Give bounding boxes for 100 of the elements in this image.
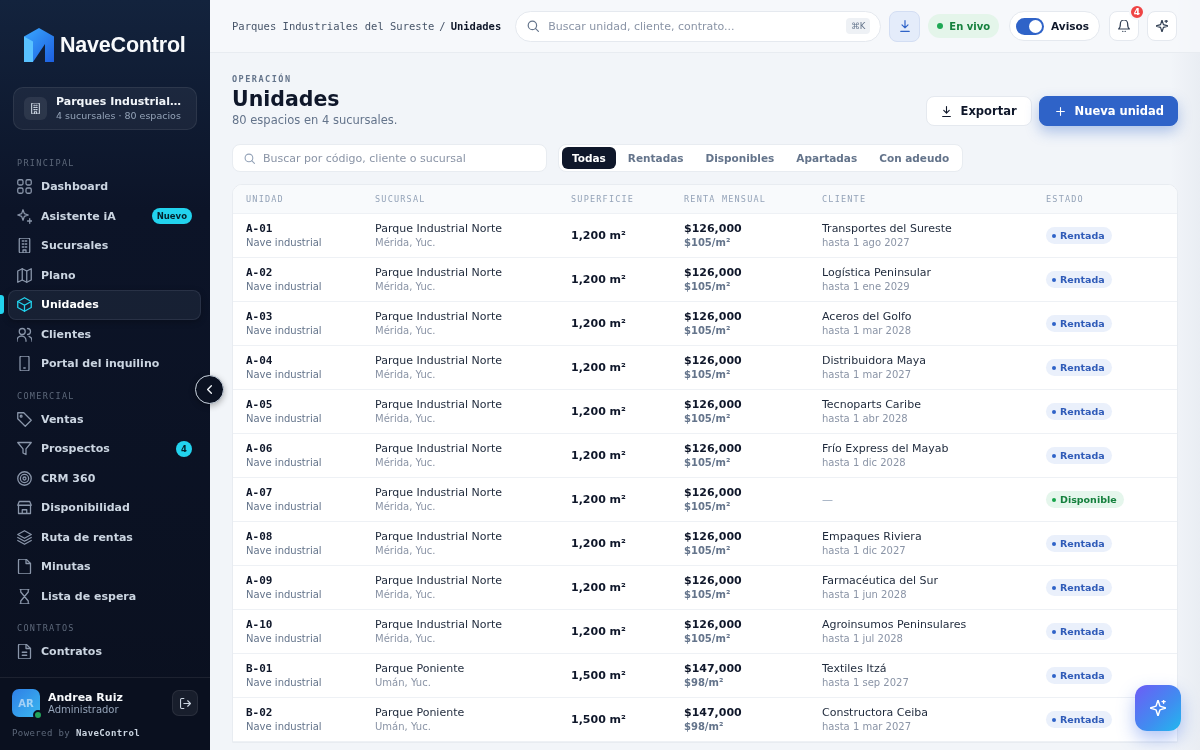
branch-location: Mérida, Yuc. xyxy=(375,544,437,557)
client-name: Transportes del Sureste xyxy=(822,222,953,236)
live-label: En vivo xyxy=(949,20,991,32)
filter-tab[interactable]: Con adeudo xyxy=(869,147,960,169)
rent-amount: $147,000 xyxy=(684,662,743,676)
rent-per-area: $105/m² xyxy=(684,324,822,337)
unit-type: Nave industrial xyxy=(246,588,323,601)
branch-name: Parque Industrial Norte xyxy=(375,530,504,544)
live-dot-icon xyxy=(937,23,944,29)
branch-name: Parque Industrial Norte xyxy=(375,310,504,324)
status-label: Rentada xyxy=(1060,318,1105,329)
nav-item[interactable]: Unidades xyxy=(8,290,201,320)
logout-button[interactable] xyxy=(172,690,198,716)
export-button[interactable]: Exportar xyxy=(925,96,1032,126)
rent-amount: $126,000 xyxy=(684,618,743,632)
lease-end-date: hasta 1 jul 2028 xyxy=(822,632,904,645)
branch-location: Umán, Yuc. xyxy=(375,720,432,733)
funnel-icon xyxy=(17,441,32,457)
unit-code: A-04 xyxy=(246,354,274,368)
branch-location: Mérida, Yuc. xyxy=(375,412,437,425)
filter-search-field[interactable]: Buscar por código, cliente o sucursal xyxy=(232,144,547,172)
unit-code: B-01 xyxy=(246,662,274,676)
nav-item[interactable]: Ruta de rentas xyxy=(8,522,201,552)
rent-amount: $126,000 xyxy=(684,486,743,500)
unit-type: Nave industrial xyxy=(246,280,323,293)
organization-card[interactable]: Parques Industrial… 4 sucursales · 80 espacios xyxy=(13,87,197,130)
filter-tab[interactable]: Rentadas xyxy=(617,147,694,169)
branch-name: Parque Industrial Norte xyxy=(375,618,504,632)
client-name: — xyxy=(822,492,834,507)
lease-end-date: hasta 1 jun 2028 xyxy=(822,588,908,601)
building-icon xyxy=(17,238,32,254)
unit-type: Nave industrial xyxy=(246,500,323,513)
status-label: Rentada xyxy=(1060,582,1105,593)
status-label: Rentada xyxy=(1060,714,1105,725)
column-header: RENTA MENSUAL xyxy=(684,194,768,204)
rent-per-area: $105/m² xyxy=(684,544,822,557)
nav-item[interactable]: Clientes xyxy=(8,319,201,349)
toggle-switch[interactable] xyxy=(1016,17,1045,35)
filter-tab[interactable]: Todas xyxy=(562,147,616,169)
filter-tab[interactable]: Apartadas xyxy=(786,147,868,169)
client-name: Constructora Ceiba xyxy=(822,706,929,720)
nav-item[interactable]: Contratos xyxy=(8,637,201,667)
target-icon xyxy=(17,470,32,486)
nav-item[interactable]: Prospectos 4 xyxy=(8,434,201,464)
search-icon xyxy=(244,152,255,164)
breadcrumb-current: Unidades xyxy=(450,20,502,32)
rent-per-area: $105/m² xyxy=(684,632,822,645)
breadcrumb-separator: / xyxy=(439,20,446,32)
ai-sparkle-button[interactable] xyxy=(1147,11,1177,41)
lease-end-date: hasta 1 ene 2029 xyxy=(822,280,911,293)
sparkle-icon xyxy=(1150,700,1166,716)
unit-code: A-09 xyxy=(246,574,274,588)
nav-item[interactable]: Disponibilidad xyxy=(8,493,201,523)
rent-amount: $126,000 xyxy=(684,574,743,588)
branch-name: Parque Industrial Norte xyxy=(375,222,504,236)
filter-tab[interactable]: Disponibles xyxy=(695,147,785,169)
breadcrumb-link[interactable]: Parques Industriales del Sureste xyxy=(232,20,435,32)
alerts-toggle[interactable]: Avisos xyxy=(1009,11,1100,41)
client-name: Frío Express del Mayab xyxy=(822,442,950,456)
nav-item[interactable]: CRM 360 xyxy=(8,463,201,493)
rent-amount: $126,000 xyxy=(684,442,743,456)
brand-name: NaveControl xyxy=(60,32,186,58)
rent-per-area: $105/m² xyxy=(684,500,822,513)
nav-item[interactable]: Portal del inquilino xyxy=(8,349,201,379)
shortcut-key: ⌘K xyxy=(846,18,871,34)
rent-per-area: $105/m² xyxy=(684,280,822,293)
ai-assistant-button[interactable] xyxy=(1135,685,1181,731)
lease-end-date: hasta 1 ago 2027 xyxy=(822,236,911,249)
storefront-icon xyxy=(17,500,32,516)
rent-amount: $126,000 xyxy=(684,222,743,236)
status-dot-icon xyxy=(1052,497,1056,502)
column-header: SUPERFICIE xyxy=(571,194,636,204)
nav-item[interactable]: Sucursales xyxy=(8,231,201,261)
search-icon xyxy=(527,20,540,32)
area-value: 1,200 m² xyxy=(571,492,627,507)
nav-item[interactable]: Plano xyxy=(8,260,201,290)
organization-name: Parques Industrial… xyxy=(56,95,181,109)
add-unit-button[interactable]: Nueva unidad xyxy=(1038,96,1178,126)
users-icon xyxy=(17,326,32,342)
branch-location: Mérida, Yuc. xyxy=(375,280,437,293)
unit-code: A-10 xyxy=(246,618,274,632)
nav-item[interactable]: Minutas xyxy=(8,552,201,582)
unit-code: A-06 xyxy=(246,442,274,456)
status-label: Disponible xyxy=(1060,494,1117,505)
nav-item[interactable]: Dashboard xyxy=(8,172,201,202)
nav-item[interactable]: Ventas xyxy=(8,404,201,434)
area-value: 1,200 m² xyxy=(571,536,627,551)
client-name: Empaques Riviera xyxy=(822,530,923,544)
bell-icon xyxy=(1118,20,1130,32)
status-label: Rentada xyxy=(1060,406,1105,417)
tag-icon xyxy=(17,411,32,427)
status-label: Rentada xyxy=(1060,274,1105,285)
nav-item[interactable]: Asistente iA Nuevo xyxy=(8,201,201,231)
nav-section-title: CONTRATOS xyxy=(17,622,76,635)
user-role: Administrador xyxy=(48,703,120,716)
download-button[interactable] xyxy=(889,10,921,42)
rent-per-area: $105/m² xyxy=(684,456,822,469)
organization-summary: 4 sucursales · 80 espacios xyxy=(56,109,181,122)
unit-code: A-08 xyxy=(246,530,274,544)
nav-item[interactable]: Lista de espera xyxy=(8,581,201,611)
